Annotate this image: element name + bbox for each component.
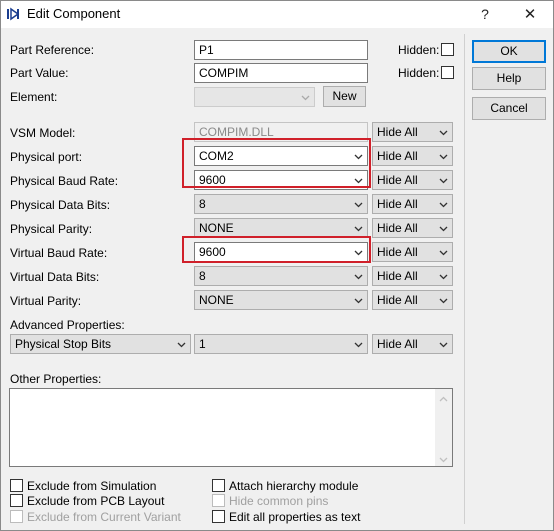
advanced-visibility-value: Hide All xyxy=(377,337,418,351)
hide-common-pins-checkbox[interactable] xyxy=(212,494,225,507)
chevron-down-icon xyxy=(301,93,310,102)
chevron-down-icon xyxy=(354,296,363,305)
scroll-down-icon[interactable] xyxy=(439,453,448,463)
chevron-down-icon xyxy=(439,272,448,281)
divider xyxy=(464,34,465,524)
exclude-simulation-checkbox[interactable] xyxy=(10,479,23,492)
property-value-select[interactable]: 8 xyxy=(194,266,368,286)
exclude-variant-label: Exclude from Current Variant xyxy=(27,510,181,524)
chevron-down-icon xyxy=(354,340,363,349)
element-label: Element: xyxy=(10,90,58,104)
other-properties-textarea[interactable] xyxy=(9,388,453,467)
advanced-value-select[interactable]: 1 xyxy=(194,334,368,354)
property-value: 8 xyxy=(199,269,206,283)
chevron-down-icon xyxy=(439,248,448,257)
part-reference-input[interactable]: P1 xyxy=(194,40,368,60)
advanced-value: 1 xyxy=(199,337,206,351)
property-visibility-select[interactable]: Hide All xyxy=(372,146,453,166)
new-element-button[interactable]: New xyxy=(323,86,366,107)
property-visibility-select[interactable]: Hide All xyxy=(372,242,453,262)
other-properties-label: Other Properties: xyxy=(10,372,102,386)
chevron-down-icon xyxy=(177,340,186,349)
part-value-hidden-checkbox[interactable] xyxy=(441,66,454,79)
highlight-physical-settings xyxy=(182,138,371,188)
other-properties-scrollbar[interactable] xyxy=(435,389,452,466)
property-label: Physical port: xyxy=(10,150,83,164)
property-visibility-select[interactable]: Hide All xyxy=(372,290,453,310)
exclude-simulation-label: Exclude from Simulation xyxy=(27,479,157,493)
attach-hierarchy-checkbox[interactable] xyxy=(212,479,225,492)
title-bar: Edit Component ? ✕ xyxy=(1,1,553,28)
part-reference-hidden-label: Hidden: xyxy=(398,43,440,57)
property-value: NONE xyxy=(199,221,234,235)
exclude-pcb-label: Exclude from PCB Layout xyxy=(27,494,165,508)
chevron-down-icon xyxy=(354,224,363,233)
chevron-down-icon xyxy=(354,272,363,281)
property-visibility-value: Hide All xyxy=(377,221,418,235)
attach-hierarchy-label: Attach hierarchy module xyxy=(229,479,359,493)
property-visibility-value: Hide All xyxy=(377,149,418,163)
highlight-virtual-baud xyxy=(182,236,371,263)
element-select[interactable] xyxy=(194,87,315,107)
property-visibility-select[interactable]: Hide All xyxy=(372,194,453,214)
exclude-pcb-checkbox[interactable] xyxy=(10,494,23,507)
property-label: Virtual Data Bits: xyxy=(10,270,100,284)
property-visibility-select[interactable]: Hide All xyxy=(372,218,453,238)
property-value: NONE xyxy=(199,293,234,307)
chevron-down-icon xyxy=(439,224,448,233)
edit-component-dialog: Edit Component ? ✕ Part Reference: P1 Hi… xyxy=(0,0,554,531)
part-reference-hidden-checkbox[interactable] xyxy=(441,43,454,56)
close-button[interactable]: ✕ xyxy=(508,1,552,28)
property-label: Physical Parity: xyxy=(10,222,93,236)
property-visibility-select[interactable]: Hide All xyxy=(372,170,453,190)
property-visibility-select[interactable]: Hide All xyxy=(372,122,453,142)
advanced-visibility-select[interactable]: Hide All xyxy=(372,334,453,354)
cancel-button[interactable]: Cancel xyxy=(472,97,546,120)
chevron-down-icon xyxy=(439,200,448,209)
window-title: Edit Component xyxy=(27,6,121,21)
advanced-properties-label: Advanced Properties: xyxy=(10,318,125,332)
chevron-down-icon xyxy=(439,152,448,161)
component-icon xyxy=(6,6,22,22)
chevron-down-icon xyxy=(439,296,448,305)
property-label: Physical Data Bits: xyxy=(10,198,111,212)
property-value: 8 xyxy=(199,197,206,211)
help-button[interactable]: Help xyxy=(472,67,546,90)
chevron-down-icon xyxy=(439,176,448,185)
hide-common-pins-label: Hide common pins xyxy=(229,494,329,508)
property-visibility-value: Hide All xyxy=(377,245,418,259)
part-reference-label: Part Reference: xyxy=(10,43,95,57)
property-visibility-value: Hide All xyxy=(377,197,418,211)
chevron-down-icon xyxy=(439,340,448,349)
chevron-down-icon xyxy=(354,200,363,209)
property-visibility-value: Hide All xyxy=(377,125,418,139)
property-visibility-select[interactable]: Hide All xyxy=(372,266,453,286)
scroll-up-icon[interactable] xyxy=(439,393,448,402)
property-label: Virtual Baud Rate: xyxy=(10,246,108,260)
edit-as-text-checkbox[interactable] xyxy=(212,510,225,523)
property-label: Physical Baud Rate: xyxy=(10,174,119,188)
property-value-select[interactable]: NONE xyxy=(194,218,368,238)
exclude-variant-checkbox[interactable] xyxy=(10,510,23,523)
ok-button[interactable]: OK xyxy=(472,40,546,63)
advanced-property-select[interactable]: Physical Stop Bits xyxy=(10,334,191,354)
part-value-label: Part Value: xyxy=(10,66,69,80)
property-visibility-value: Hide All xyxy=(377,269,418,283)
part-value-hidden-label: Hidden: xyxy=(398,66,440,80)
edit-as-text-label: Edit all properties as text xyxy=(229,510,361,524)
property-value-select[interactable]: 8 xyxy=(194,194,368,214)
part-value-input[interactable]: COMPIM xyxy=(194,63,368,83)
chevron-down-icon xyxy=(439,128,448,137)
property-value-select[interactable]: NONE xyxy=(194,290,368,310)
property-label: VSM Model: xyxy=(10,126,76,140)
help-title-button[interactable]: ? xyxy=(463,1,507,28)
property-visibility-value: Hide All xyxy=(377,293,418,307)
property-label: Virtual Parity: xyxy=(10,294,82,308)
advanced-property-value: Physical Stop Bits xyxy=(15,337,112,351)
property-visibility-value: Hide All xyxy=(377,173,418,187)
